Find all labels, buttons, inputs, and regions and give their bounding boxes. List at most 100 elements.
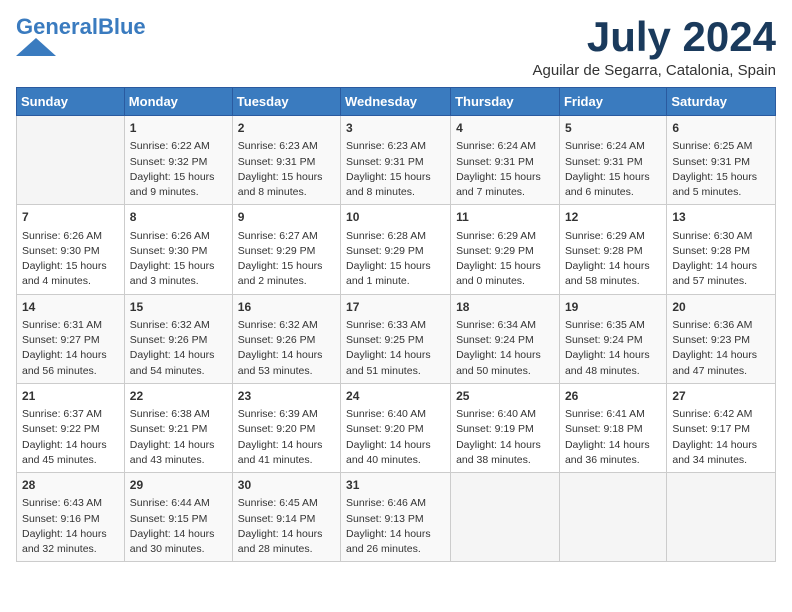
day-cell: 7 Sunrise: 6:26 AMSunset: 9:30 PMDaylight…	[17, 205, 125, 294]
day-info: Sunrise: 6:28 AMSunset: 9:29 PMDaylight:…	[346, 229, 445, 290]
day-info: Sunrise: 6:31 AMSunset: 9:27 PMDaylight:…	[22, 318, 119, 379]
week-row-2: 7 Sunrise: 6:26 AMSunset: 9:30 PMDaylight…	[17, 205, 776, 294]
day-info: Sunrise: 6:24 AMSunset: 9:31 PMDaylight:…	[456, 139, 554, 200]
day-cell: 2 Sunrise: 6:23 AMSunset: 9:31 PMDaylight…	[232, 116, 340, 205]
day-info: Sunrise: 6:23 AMSunset: 9:31 PMDaylight:…	[238, 139, 335, 200]
day-number: 7	[22, 209, 119, 226]
day-cell	[667, 473, 776, 562]
week-row-4: 21 Sunrise: 6:37 AMSunset: 9:22 PMDayligh…	[17, 383, 776, 472]
day-number: 1	[130, 120, 227, 137]
day-number: 6	[672, 120, 770, 137]
logo-icon	[16, 38, 76, 56]
day-cell: 21 Sunrise: 6:37 AMSunset: 9:22 PMDayligh…	[17, 383, 125, 472]
day-cell: 3Sunrise: 6:23 AMSunset: 9:31 PMDaylight…	[341, 116, 451, 205]
day-number: 20	[672, 299, 770, 316]
day-number: 14	[22, 299, 119, 316]
day-cell: 19 Sunrise: 6:35 AMSunset: 9:24 PMDayligh…	[559, 294, 666, 383]
day-cell: 20 Sunrise: 6:36 AMSunset: 9:23 PMDayligh…	[667, 294, 776, 383]
day-info: Sunrise: 6:25 AMSunset: 9:31 PMDaylight:…	[672, 139, 770, 200]
day-cell: 27 Sunrise: 6:42 AMSunset: 9:17 PMDayligh…	[667, 383, 776, 472]
day-number: 24	[346, 388, 445, 405]
calendar-table: SundayMondayTuesdayWednesdayThursdayFrid…	[16, 87, 776, 562]
calendar-body: 1 Sunrise: 6:22 AMSunset: 9:32 PMDaylight…	[17, 116, 776, 562]
day-number: 2	[238, 120, 335, 137]
day-cell: 25 Sunrise: 6:40 AMSunset: 9:19 PMDayligh…	[451, 383, 560, 472]
day-number: 27	[672, 388, 770, 405]
day-info: Sunrise: 6:40 AMSunset: 9:20 PMDaylight:…	[346, 407, 445, 468]
month-title: July 2024	[533, 16, 777, 58]
day-cell: 5Sunrise: 6:24 AMSunset: 9:31 PMDaylight…	[559, 116, 666, 205]
day-info: Sunrise: 6:27 AMSunset: 9:29 PMDaylight:…	[238, 229, 335, 290]
day-info: Sunrise: 6:35 AMSunset: 9:24 PMDaylight:…	[565, 318, 661, 379]
day-info: Sunrise: 6:22 AMSunset: 9:32 PMDaylight:…	[130, 139, 227, 200]
day-cell: 29 Sunrise: 6:44 AMSunset: 9:15 PMDayligh…	[124, 473, 232, 562]
day-number: 9	[238, 209, 335, 226]
day-info: Sunrise: 6:44 AMSunset: 9:15 PMDaylight:…	[130, 496, 227, 557]
day-number: 5	[565, 120, 661, 137]
day-number: 29	[130, 477, 227, 494]
title-area: July 2024 Aguilar de Segarra, Catalonia,…	[533, 16, 777, 79]
day-number: 18	[456, 299, 554, 316]
day-info: Sunrise: 6:30 AMSunset: 9:28 PMDaylight:…	[672, 229, 770, 290]
day-number: 8	[130, 209, 227, 226]
day-number: 11	[456, 209, 554, 226]
day-number: 16	[238, 299, 335, 316]
day-cell: 30 Sunrise: 6:45 AMSunset: 9:14 PMDayligh…	[232, 473, 340, 562]
day-number: 12	[565, 209, 661, 226]
day-cell: 22Sunrise: 6:38 AMSunset: 9:21 PMDayligh…	[124, 383, 232, 472]
day-number: 28	[22, 477, 119, 494]
day-info: Sunrise: 6:36 AMSunset: 9:23 PMDaylight:…	[672, 318, 770, 379]
day-info: Sunrise: 6:26 AMSunset: 9:30 PMDaylight:…	[130, 229, 227, 290]
day-info: Sunrise: 6:42 AMSunset: 9:17 PMDaylight:…	[672, 407, 770, 468]
day-cell: 11Sunrise: 6:29 AMSunset: 9:29 PMDayligh…	[451, 205, 560, 294]
day-number: 13	[672, 209, 770, 226]
day-number: 23	[238, 388, 335, 405]
day-number: 31	[346, 477, 445, 494]
day-cell: 23 Sunrise: 6:39 AMSunset: 9:20 PMDayligh…	[232, 383, 340, 472]
day-cell: 16Sunrise: 6:32 AMSunset: 9:26 PMDayligh…	[232, 294, 340, 383]
day-cell: 13 Sunrise: 6:30 AMSunset: 9:28 PMDayligh…	[667, 205, 776, 294]
day-cell	[451, 473, 560, 562]
day-number: 3	[346, 120, 445, 137]
day-info: Sunrise: 6:46 AMSunset: 9:13 PMDaylight:…	[346, 496, 445, 557]
day-info: Sunrise: 6:39 AMSunset: 9:20 PMDaylight:…	[238, 407, 335, 468]
week-row-5: 28 Sunrise: 6:43 AMSunset: 9:16 PMDayligh…	[17, 473, 776, 562]
logo-blue: Blue	[98, 14, 146, 39]
location: Aguilar de Segarra, Catalonia, Spain	[533, 62, 777, 79]
day-cell	[17, 116, 125, 205]
day-info: Sunrise: 6:37 AMSunset: 9:22 PMDaylight:…	[22, 407, 119, 468]
day-info: Sunrise: 6:43 AMSunset: 9:16 PMDaylight:…	[22, 496, 119, 557]
day-info: Sunrise: 6:41 AMSunset: 9:18 PMDaylight:…	[565, 407, 661, 468]
day-number: 17	[346, 299, 445, 316]
page-header: GeneralBlue July 2024 Aguilar de Segarra…	[16, 16, 776, 79]
day-number: 25	[456, 388, 554, 405]
weekday-tuesday: Tuesday	[232, 88, 340, 116]
day-info: Sunrise: 6:26 AMSunset: 9:30 PMDaylight:…	[22, 229, 119, 290]
day-info: Sunrise: 6:45 AMSunset: 9:14 PMDaylight:…	[238, 496, 335, 557]
day-cell	[559, 473, 666, 562]
day-info: Sunrise: 6:38 AMSunset: 9:21 PMDaylight:…	[130, 407, 227, 468]
day-number: 4	[456, 120, 554, 137]
weekday-thursday: Thursday	[451, 88, 560, 116]
day-info: Sunrise: 6:32 AMSunset: 9:26 PMDaylight:…	[130, 318, 227, 379]
day-cell: 4 Sunrise: 6:24 AMSunset: 9:31 PMDaylight…	[451, 116, 560, 205]
day-cell: 9 Sunrise: 6:27 AMSunset: 9:29 PMDaylight…	[232, 205, 340, 294]
day-cell: 6 Sunrise: 6:25 AMSunset: 9:31 PMDaylight…	[667, 116, 776, 205]
weekday-sunday: Sunday	[17, 88, 125, 116]
week-row-1: 1 Sunrise: 6:22 AMSunset: 9:32 PMDaylight…	[17, 116, 776, 205]
day-info: Sunrise: 6:40 AMSunset: 9:19 PMDaylight:…	[456, 407, 554, 468]
weekday-header-row: SundayMondayTuesdayWednesdayThursdayFrid…	[17, 88, 776, 116]
day-cell: 10Sunrise: 6:28 AMSunset: 9:29 PMDayligh…	[341, 205, 451, 294]
day-cell: 17Sunrise: 6:33 AMSunset: 9:25 PMDayligh…	[341, 294, 451, 383]
weekday-wednesday: Wednesday	[341, 88, 451, 116]
weekday-friday: Friday	[559, 88, 666, 116]
day-number: 30	[238, 477, 335, 494]
day-cell: 18 Sunrise: 6:34 AMSunset: 9:24 PMDayligh…	[451, 294, 560, 383]
day-number: 21	[22, 388, 119, 405]
logo: GeneralBlue	[16, 16, 146, 56]
day-cell: 14 Sunrise: 6:31 AMSunset: 9:27 PMDayligh…	[17, 294, 125, 383]
day-info: Sunrise: 6:34 AMSunset: 9:24 PMDaylight:…	[456, 318, 554, 379]
day-cell: 8 Sunrise: 6:26 AMSunset: 9:30 PMDaylight…	[124, 205, 232, 294]
day-number: 19	[565, 299, 661, 316]
day-cell: 1 Sunrise: 6:22 AMSunset: 9:32 PMDaylight…	[124, 116, 232, 205]
